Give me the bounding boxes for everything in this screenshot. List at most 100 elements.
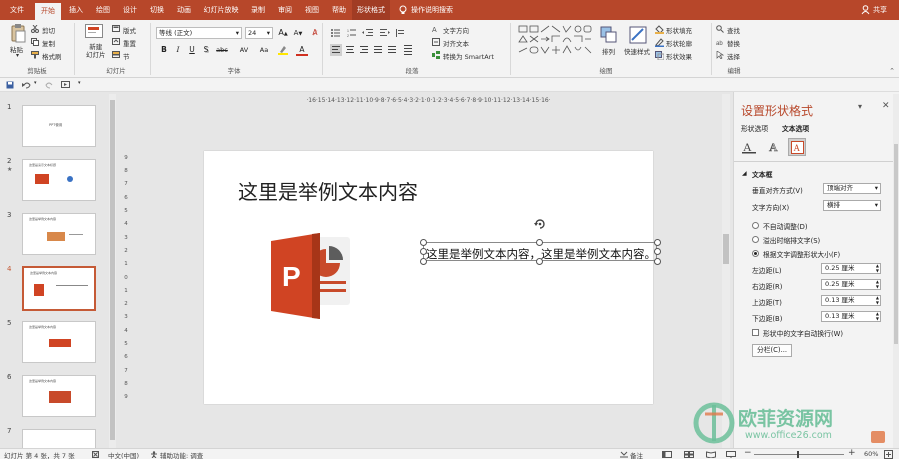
text-effects-icon[interactable]: A bbox=[767, 140, 781, 154]
text-direction-button[interactable]: 文字方向 bbox=[443, 25, 469, 35]
resize-handle-top-left[interactable] bbox=[420, 239, 427, 246]
text-fill-outline-icon[interactable]: A bbox=[742, 140, 756, 154]
spinner-icon[interactable]: ▲ ▼ bbox=[876, 279, 879, 289]
pane-options-dropdown[interactable]: ▾ bbox=[858, 102, 862, 111]
shapes-gallery[interactable] bbox=[518, 25, 592, 61]
tab-transitions[interactable]: 切换 bbox=[145, 0, 169, 20]
section-collapse-icon[interactable]: ◢ bbox=[742, 170, 747, 177]
wrap-text-checkbox[interactable] bbox=[752, 329, 759, 336]
shadow-button[interactable]: S bbox=[200, 44, 212, 56]
left-margin-input[interactable]: 0.25 厘米 ▲ ▼ bbox=[821, 263, 881, 274]
slide-canvas[interactable]: 这里是举例文本内容 P 这里是举例文本内容，这里是举例文本内容。 bbox=[204, 151, 661, 404]
slide-thumbnail[interactable]: 这里是举例文本内容 bbox=[22, 321, 96, 363]
spinner-icon[interactable]: ▲ ▼ bbox=[876, 263, 879, 273]
undo-icon[interactable] bbox=[22, 81, 31, 89]
paste-dropdown-caret[interactable]: ▾ bbox=[16, 52, 19, 59]
columns-button[interactable]: 分栏(C)... bbox=[752, 344, 792, 357]
notes-button[interactable]: 备注 bbox=[630, 450, 643, 459]
right-margin-input[interactable]: 0.25 厘米 ▲ ▼ bbox=[821, 279, 881, 290]
radio-resize-shape[interactable] bbox=[752, 250, 759, 257]
resize-shape-label[interactable]: 根据文字调整形状大小(F) bbox=[763, 249, 840, 259]
vertical-align-select[interactable]: 顶端对齐 ▾ bbox=[823, 183, 881, 194]
highlighter-icon[interactable] bbox=[278, 45, 288, 55]
tab-text-options[interactable]: 文本选项 bbox=[782, 123, 809, 133]
bold-button[interactable]: B bbox=[158, 44, 170, 56]
tell-me-search[interactable]: 操作说明搜索 bbox=[411, 0, 461, 20]
tab-shape-format[interactable]: 形状格式 bbox=[352, 0, 390, 20]
bottom-margin-input[interactable]: 0.13 厘米 ▲ ▼ bbox=[821, 311, 881, 322]
slide-title[interactable]: 这里是举例文本内容 bbox=[238, 176, 418, 205]
spellcheck-icon[interactable] bbox=[92, 451, 99, 458]
font-color-button[interactable]: A bbox=[296, 44, 308, 56]
editor-scrollbar[interactable] bbox=[722, 94, 730, 448]
no-autofit-label[interactable]: 不自动调整(D) bbox=[763, 221, 808, 231]
fit-to-window-icon[interactable] bbox=[884, 450, 893, 459]
format-painter-button[interactable]: 格式刷 bbox=[42, 51, 62, 61]
save-icon[interactable] bbox=[6, 81, 14, 89]
thumbnail-scrollbar[interactable] bbox=[109, 94, 116, 448]
reading-view-icon[interactable] bbox=[706, 451, 716, 458]
resize-handle-bottom-left[interactable] bbox=[420, 258, 427, 265]
tab-review[interactable]: 审阅 bbox=[273, 0, 297, 20]
paste-icon[interactable] bbox=[10, 23, 26, 43]
shape-fill-button[interactable]: 形状填充 bbox=[666, 25, 692, 35]
replace-button[interactable]: 替换 bbox=[727, 38, 740, 48]
tab-insert[interactable]: 插入 bbox=[64, 0, 88, 20]
resize-handle-bottom-right[interactable] bbox=[654, 258, 661, 265]
slide-thumbnail[interactable]: 这里是演示文本标题 bbox=[22, 159, 96, 201]
shape-effects-button[interactable]: 形状效果 bbox=[666, 51, 692, 61]
decrease-font-icon[interactable]: A▼ bbox=[292, 27, 304, 39]
tab-animations[interactable]: 动画 bbox=[172, 0, 196, 20]
select-button[interactable]: 选择 bbox=[727, 51, 740, 61]
increase-font-icon[interactable]: A▲ bbox=[277, 27, 289, 39]
tab-record[interactable]: 录制 bbox=[246, 0, 270, 20]
tab-view[interactable]: 视图 bbox=[300, 0, 324, 20]
customize-qat-icon[interactable]: ▾ bbox=[78, 80, 81, 86]
radio-shrink-on-overflow[interactable] bbox=[752, 236, 759, 243]
normal-view-icon[interactable] bbox=[662, 451, 672, 458]
change-case-button[interactable]: Aa bbox=[256, 44, 272, 56]
rotate-handle-icon[interactable] bbox=[533, 217, 547, 231]
convert-smartart-button[interactable]: 转换为 SmartArt bbox=[443, 51, 494, 61]
scrollbar-thumb[interactable] bbox=[110, 100, 115, 440]
zoom-slider-thumb[interactable] bbox=[797, 451, 799, 458]
resize-handle-top[interactable] bbox=[536, 239, 543, 246]
text-direction-select[interactable]: 横排 ▾ bbox=[823, 200, 881, 211]
quick-styles-icon[interactable] bbox=[629, 26, 647, 44]
tab-draw[interactable]: 绘图 bbox=[91, 0, 115, 20]
cut-button[interactable]: 剪切 bbox=[42, 25, 55, 35]
italic-button[interactable]: I bbox=[172, 44, 184, 56]
arrange-button[interactable]: 排列 bbox=[602, 46, 615, 56]
new-slide-icon[interactable] bbox=[85, 24, 103, 40]
section-textbox-title[interactable]: 文本框 bbox=[752, 169, 772, 179]
textbox-tab-selected[interactable]: A bbox=[788, 138, 806, 156]
zoom-slider[interactable] bbox=[754, 454, 844, 455]
resize-handle-top-right[interactable] bbox=[654, 239, 661, 246]
redo-icon[interactable] bbox=[45, 81, 54, 89]
copy-button[interactable]: 复制 bbox=[42, 38, 55, 48]
underline-button[interactable]: U bbox=[186, 44, 198, 56]
scrollbar-thumb[interactable] bbox=[894, 144, 898, 344]
new-slide-button[interactable]: 新建 幻灯片 bbox=[86, 43, 106, 59]
zoom-out-button[interactable]: − bbox=[744, 448, 752, 458]
tab-home[interactable]: 开始 bbox=[35, 3, 61, 20]
resize-handle-right[interactable] bbox=[654, 248, 661, 255]
scrollbar-thumb[interactable] bbox=[723, 234, 729, 264]
quick-styles-button[interactable]: 快速样式 bbox=[624, 46, 650, 56]
tab-shape-options[interactable]: 形状选项 bbox=[741, 123, 768, 133]
start-slideshow-icon[interactable] bbox=[61, 81, 70, 89]
arrange-icon[interactable] bbox=[600, 26, 618, 44]
accessibility-status[interactable]: 辅助功能: 调查 bbox=[160, 450, 203, 459]
resize-handle-left[interactable] bbox=[420, 248, 427, 255]
section-button[interactable]: 节 bbox=[123, 51, 130, 61]
pane-scrollbar[interactable] bbox=[893, 94, 899, 448]
collapse-ribbon-icon[interactable]: ⌃ bbox=[889, 67, 895, 75]
tab-file[interactable]: 文件 bbox=[4, 0, 30, 20]
close-icon[interactable]: ✕ bbox=[882, 101, 890, 111]
shape-outline-button[interactable]: 形状轮廓 bbox=[666, 38, 692, 48]
slide-thumbnail[interactable]: 这里是举例文本内容 bbox=[22, 375, 96, 417]
tab-design[interactable]: 设计 bbox=[118, 0, 142, 20]
slide-thumbnail[interactable] bbox=[22, 429, 96, 448]
powerpoint-logo-icon[interactable]: P bbox=[268, 231, 358, 325]
zoom-level[interactable]: 60% bbox=[864, 450, 878, 458]
